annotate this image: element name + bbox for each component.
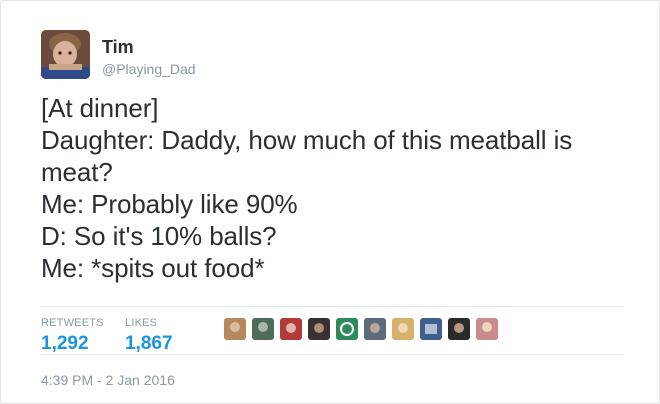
tweet-line: Me: Probably like 90% bbox=[41, 189, 298, 219]
liker-avatar[interactable] bbox=[447, 317, 471, 341]
likes-count[interactable]: 1,867 bbox=[125, 333, 173, 355]
retweets-stat[interactable]: RETWEETS 1,292 bbox=[41, 317, 104, 355]
tweet-timestamp[interactable]: 4:39 PM - 2 Jan 2016 bbox=[41, 372, 175, 388]
liker-avatar[interactable] bbox=[335, 317, 359, 341]
liker-avatar[interactable] bbox=[223, 317, 247, 341]
retweets-count[interactable]: 1,292 bbox=[41, 333, 104, 355]
tweet-line: Daughter: Daddy, how much of this meatba… bbox=[41, 125, 573, 155]
liker-avatar[interactable] bbox=[475, 317, 499, 341]
tweet-line: [At dinner] bbox=[41, 93, 159, 123]
author-avatar[interactable] bbox=[41, 30, 90, 79]
stats-divider-bottom bbox=[41, 354, 623, 355]
liker-avatar[interactable] bbox=[251, 317, 275, 341]
liker-avatar[interactable] bbox=[419, 317, 443, 341]
tweet-line: meat? bbox=[41, 157, 113, 187]
tweet-line: D: So it's 10% balls? bbox=[41, 221, 277, 251]
tweet-text: [At dinner] Daughter: Daddy, how much of… bbox=[41, 92, 631, 284]
liker-avatar[interactable] bbox=[307, 317, 331, 341]
likes-label: LIKES bbox=[125, 317, 158, 329]
tweet-line: Me: *spits out food* bbox=[41, 253, 265, 283]
liker-avatars bbox=[223, 317, 503, 341]
liker-avatar[interactable] bbox=[363, 317, 387, 341]
author-name[interactable]: Tim bbox=[102, 37, 134, 57]
stats-divider-top bbox=[41, 306, 623, 307]
liker-avatar[interactable] bbox=[391, 317, 415, 341]
tweet-card: Tim @Playing_Dad [At dinner] Daughter: D… bbox=[0, 0, 660, 404]
retweets-label: RETWEETS bbox=[41, 317, 104, 329]
likes-stat[interactable]: LIKES 1,867 bbox=[125, 317, 173, 355]
liker-avatar[interactable] bbox=[279, 317, 303, 341]
author-handle[interactable]: @Playing_Dad bbox=[102, 61, 196, 77]
